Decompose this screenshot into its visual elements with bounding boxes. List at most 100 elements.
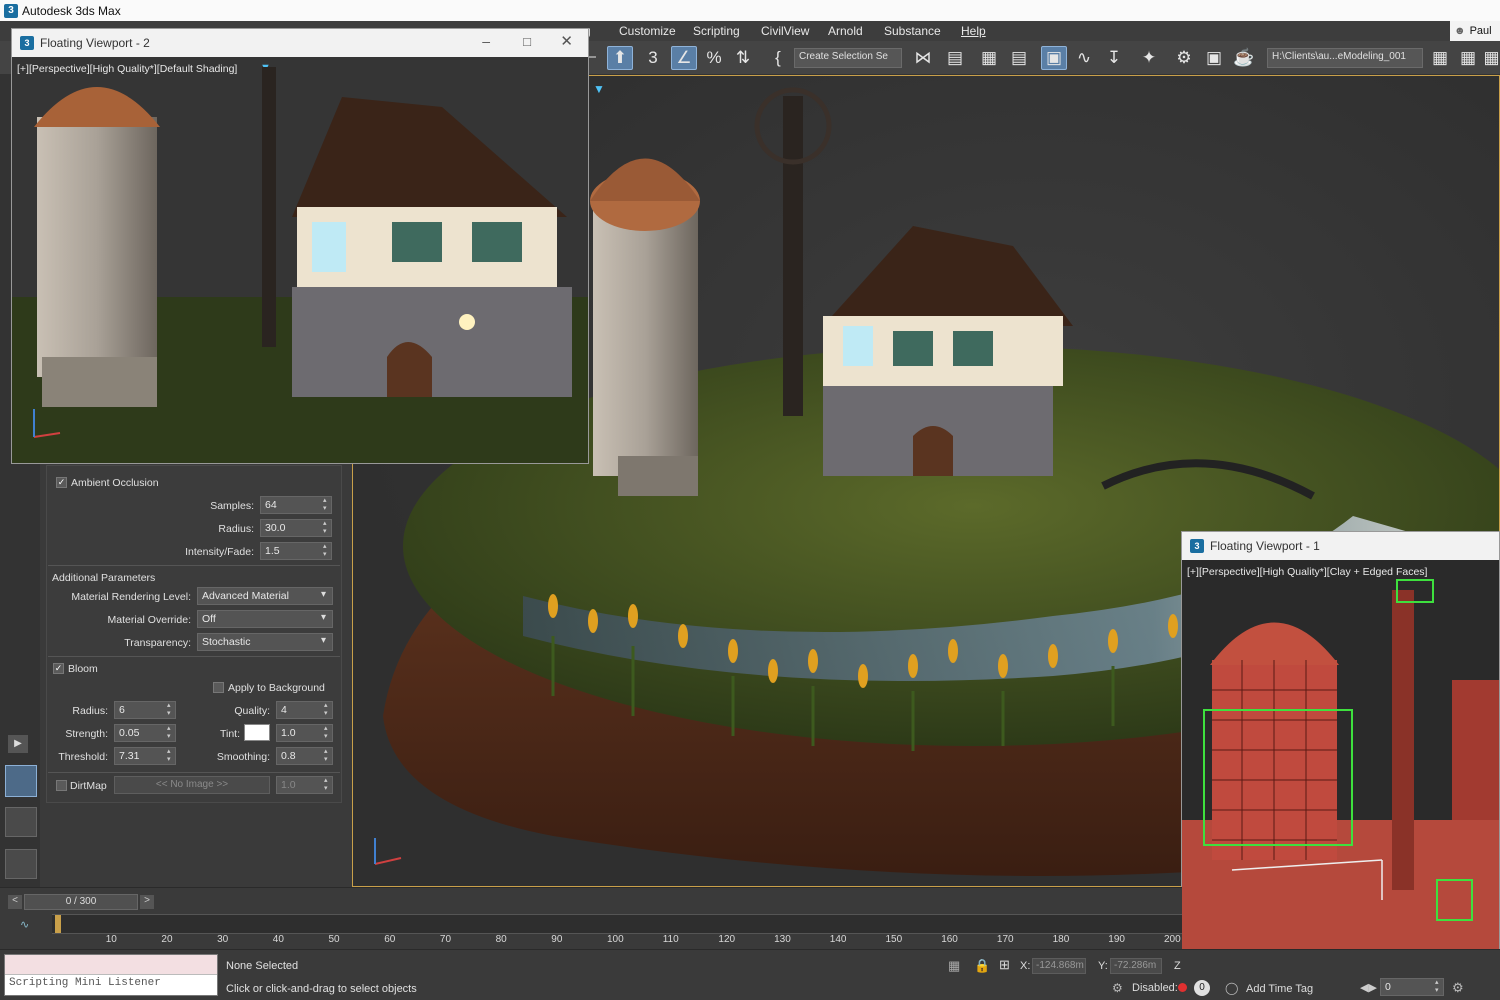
floating-viewport-1[interactable]: 3 Floating Viewport - 1 [+][Perspective]… <box>1181 531 1500 975</box>
snap-3d-icon[interactable]: 3 <box>640 46 666 70</box>
dirtmap-label: DirtMap <box>70 780 107 792</box>
floating-viewport-1-titlebar[interactable]: 3 Floating Viewport - 1 <box>1182 532 1499 560</box>
next-frame-icon[interactable]: > <box>140 895 154 909</box>
floating-viewport-2-view[interactable]: [+][Perspective][High Quality*][Default … <box>12 57 588 463</box>
floating-viewport-2-titlebar[interactable]: 3 Floating Viewport - 2 – □ ✕ <box>12 29 588 57</box>
timeline-tick-label: 90 <box>551 934 563 945</box>
floating-viewport-2-label[interactable]: [+][Perspective][High Quality*][Default … <box>17 63 237 75</box>
timeline-tick-label: 10 <box>105 934 117 945</box>
apply-to-background-label: Apply to Background <box>228 682 325 694</box>
ao-radius-spinner[interactable]: 30.0 <box>260 519 332 537</box>
current-frame-marker[interactable] <box>55 915 61 933</box>
percent-snap-icon[interactable]: % <box>701 46 727 70</box>
window-title: Autodesk 3ds Max <box>22 3 121 18</box>
x-coordinate-field[interactable]: -124.868m <box>1032 958 1086 974</box>
smoothing-spinner[interactable]: 0.8 <box>276 747 333 765</box>
listener-output[interactable] <box>5 955 217 975</box>
tint-spinner[interactable]: 1.0 <box>276 724 333 742</box>
mirror-icon[interactable]: ⋈ <box>910 46 936 70</box>
select-object-icon[interactable]: ⬆ <box>607 46 633 70</box>
menu-item-arnold[interactable]: Arnold <box>828 24 863 38</box>
dirtmap-spinner[interactable]: 1.0 <box>276 776 333 794</box>
timeline-track[interactable] <box>52 914 1182 934</box>
transparency-label: Transparency: <box>124 637 191 649</box>
tint-color-swatch[interactable] <box>244 724 270 741</box>
record-indicator-icon <box>1178 983 1187 992</box>
angle-snap-icon[interactable]: ∠ <box>671 46 697 70</box>
apply-to-background-checkbox[interactable] <box>213 682 224 693</box>
ambient-occlusion-checkbox[interactable]: ✓ <box>56 477 67 488</box>
align-icon[interactable]: ▤ <box>942 46 968 70</box>
user-icon: ☻ <box>1454 25 1466 37</box>
dirtmap-checkbox[interactable] <box>56 780 67 791</box>
menu-item-help[interactable]: Help <box>961 24 986 38</box>
menu-item-customize[interactable]: Customize <box>619 24 676 38</box>
floating-viewport-1-view[interactable]: [+][Perspective][High Quality*][Clay + E… <box>1182 560 1499 974</box>
isolate-selection-icon[interactable]: ▦ <box>948 958 960 974</box>
toggle-ribbon-icon[interactable]: ▣ <box>1041 46 1067 70</box>
scene-explorer-icon[interactable]: ▦ <box>976 46 1002 70</box>
bloom-checkbox[interactable]: ✓ <box>53 663 64 674</box>
absolute-mode-icon[interactable]: ⊞ <box>999 957 1010 973</box>
bloom-label: Bloom <box>68 663 98 675</box>
tint-label: Tint: <box>219 728 240 740</box>
material-override-dropdown[interactable]: Off <box>197 610 333 628</box>
viewport-filter-icon[interactable]: ▼ <box>593 82 605 96</box>
minimize-icon[interactable]: – <box>482 33 490 49</box>
viewport-layout-other-icon[interactable] <box>5 849 37 879</box>
3dsmax-logo-icon: 3 <box>20 36 34 50</box>
viewport-layout-single-icon[interactable] <box>5 765 37 797</box>
timeline-tick-label: 140 <box>829 934 847 945</box>
timeline-tick-label: 100 <box>607 934 624 945</box>
viewport-layout-split-icon[interactable] <box>5 807 37 837</box>
adaptive-degradation-icon[interactable]: ⚙ <box>1112 981 1123 995</box>
listener-input[interactable]: Scripting Mini Listener <box>5 975 217 995</box>
floating-viewport-2[interactable]: 3 Floating Viewport - 2 – □ ✕ [+][Perspe… <box>11 28 589 464</box>
timeline-tick-label: 170 <box>996 934 1014 945</box>
named-selection-set-dropdown[interactable]: Create Selection Se <box>794 48 902 68</box>
add-time-tag-button[interactable]: Add Time Tag <box>1246 983 1313 995</box>
material-editor-icon[interactable]: ✦ <box>1136 46 1162 70</box>
key-mode-icon[interactable]: ◀▶ <box>1360 981 1377 994</box>
bloom-radius-spinner[interactable]: 6 <box>114 701 176 719</box>
strength-spinner[interactable]: 0.05 <box>114 724 176 742</box>
maxscript-mini-listener[interactable]: Scripting Mini Listener <box>4 954 218 996</box>
curve-editor-toggle-icon[interactable]: ∿ <box>20 918 29 931</box>
rendered-frame-window-icon[interactable]: ▣ <box>1201 46 1227 70</box>
lock-selection-icon[interactable]: 🔒 <box>974 958 990 974</box>
time-slider[interactable]: 0 / 300 <box>24 894 138 910</box>
layer-explorer-icon[interactable]: ▤ <box>1006 46 1032 70</box>
y-coord-label: Y: <box>1098 960 1108 972</box>
user-account[interactable]: ☻ Paul <box>1450 21 1500 41</box>
threshold-spinner[interactable]: 7.31 <box>114 747 176 765</box>
dirtmap-image-button[interactable]: << No Image >> <box>114 776 270 794</box>
project-open-icon[interactable]: ▦ <box>1427 46 1453 70</box>
divider <box>48 656 340 657</box>
render-setup-icon[interactable]: ⚙ <box>1171 46 1197 70</box>
render-production-icon[interactable]: ☕ <box>1231 46 1257 70</box>
expand-arrow-icon[interactable]: ▶ <box>8 735 28 753</box>
edit-named-selection-icon[interactable]: { <box>765 46 791 70</box>
menu-item-substance[interactable]: Substance <box>884 24 941 38</box>
project-save-icon[interactable]: ▦ <box>1455 46 1481 70</box>
maximize-icon[interactable]: □ <box>523 34 531 49</box>
schematic-view-icon[interactable]: ↧ <box>1101 46 1127 70</box>
menu-item-scripting[interactable]: Scripting <box>693 24 740 38</box>
menu-item-civilview[interactable]: CivilView <box>761 24 809 38</box>
floating-viewport-1-label[interactable]: [+][Perspective][High Quality*][Clay + E… <box>1187 566 1427 578</box>
y-coordinate-field[interactable]: -72.286m <box>1110 958 1162 974</box>
project-extra-icon[interactable]: ▦ <box>1483 46 1500 70</box>
samples-spinner[interactable]: 64 <box>260 496 332 514</box>
close-icon[interactable]: ✕ <box>560 32 573 50</box>
curve-editor-icon[interactable]: ∿ <box>1071 46 1097 70</box>
spinner-snap-icon[interactable]: ⇅ <box>730 46 756 70</box>
project-folder-dropdown[interactable]: H:\Clients\au...eModeling_001 <box>1267 48 1423 68</box>
transparency-dropdown[interactable]: Stochastic <box>197 633 333 651</box>
quality-spinner[interactable]: 4 <box>276 701 333 719</box>
intensity-fade-spinner[interactable]: 1.5 <box>260 542 332 560</box>
timeline-tick-label: 180 <box>1052 934 1070 945</box>
material-rendering-level-dropdown[interactable]: Advanced Material <box>197 587 333 605</box>
time-configuration-icon[interactable]: ⚙ <box>1452 980 1464 996</box>
current-frame-spinner[interactable]: 0 <box>1380 978 1444 996</box>
prev-frame-icon[interactable]: < <box>8 895 22 909</box>
